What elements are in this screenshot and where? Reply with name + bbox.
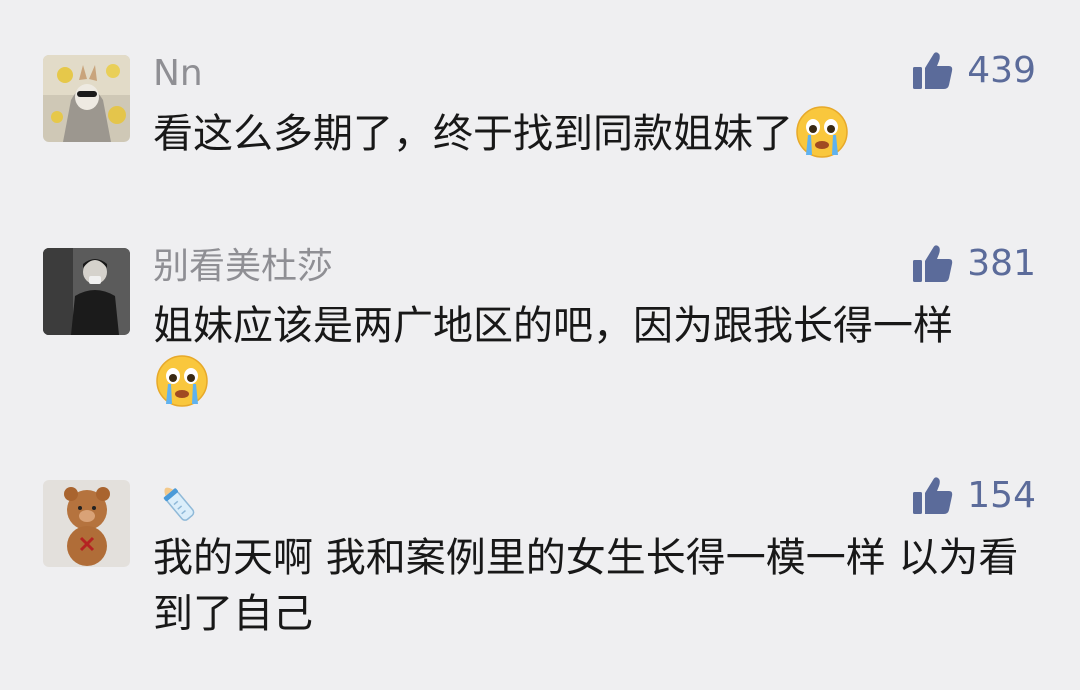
username[interactable]: [153, 478, 201, 526]
like-button[interactable]: 154: [911, 471, 1036, 521]
avatar[interactable]: [43, 480, 130, 567]
like-count: 154: [967, 475, 1036, 516]
comment-text-content: 我的天啊 我和案例里的女生长得一模一样 以为看到了自己: [153, 535, 1019, 637]
baby-bottle-icon: [163, 487, 195, 521]
comment-item: 154 我的天啊 我和案例里的女生长得一模一样 以为看到了自己: [0, 0, 1080, 690]
thumbs-up-icon: [911, 474, 955, 518]
comment-text: 我的天啊 我和案例里的女生长得一模一样 以为看到了自己: [153, 530, 1033, 642]
